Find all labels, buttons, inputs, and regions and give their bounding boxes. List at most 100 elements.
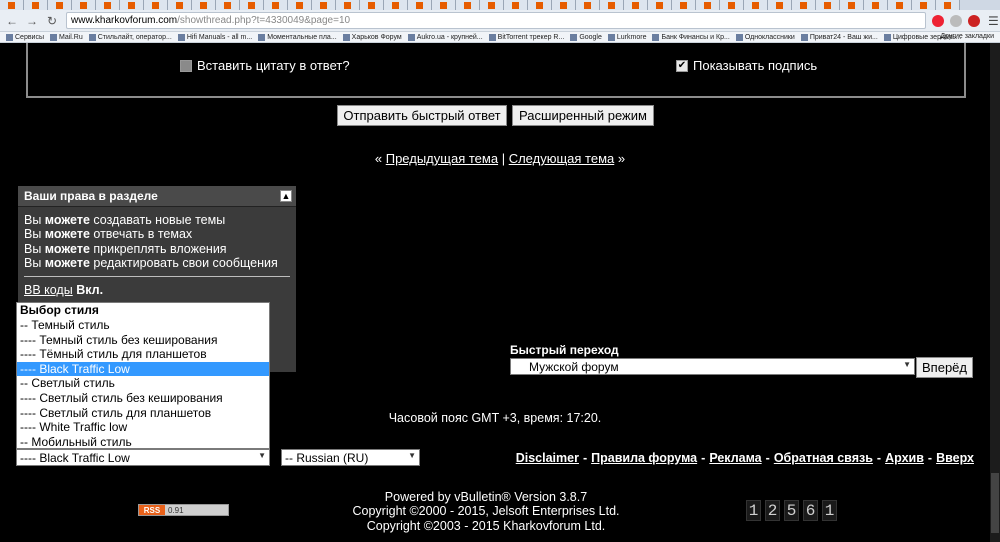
- bookmark-item[interactable]: Hifi Manuals - all m...: [177, 33, 252, 41]
- bookmark-item[interactable]: Одноклассники: [735, 33, 795, 41]
- style-option[interactable]: -- Темный стиль: [17, 318, 269, 333]
- bookmark-item[interactable]: Моментальные пла...: [258, 33, 337, 41]
- bookmark-icon: [800, 33, 808, 41]
- quick-nav-select[interactable]: Мужской форум ▼: [510, 358, 915, 375]
- browser-tab[interactable]: [168, 0, 192, 10]
- browser-tab[interactable]: [432, 0, 456, 10]
- browser-tab[interactable]: [936, 0, 960, 10]
- prev-thread-link[interactable]: Предыдущая тема: [386, 151, 498, 166]
- footer-link-ads[interactable]: Реклама: [709, 451, 761, 465]
- language-select[interactable]: -- Russian (RU) ▼: [281, 449, 420, 466]
- favicon-icon: [632, 1, 639, 9]
- browser-tab[interactable]: [504, 0, 528, 10]
- browser-tab[interactable]: [672, 0, 696, 10]
- browser-tab[interactable]: [48, 0, 72, 10]
- browser-tab[interactable]: [240, 0, 264, 10]
- browser-tab[interactable]: [648, 0, 672, 10]
- browser-tab[interactable]: [696, 0, 720, 10]
- browser-tab[interactable]: [288, 0, 312, 10]
- style-dropdown-list[interactable]: Выбор стиля -- Темный стиль ---- Темный …: [16, 302, 270, 449]
- browser-tab[interactable]: [912, 0, 936, 10]
- bookmark-item[interactable]: Aukro.ua - крупней...: [407, 33, 483, 41]
- forward-icon[interactable]: →: [24, 13, 40, 29]
- next-thread-link[interactable]: Следующая тема: [509, 151, 615, 166]
- footer-link-disclaimer[interactable]: Disclaimer: [516, 451, 579, 465]
- footer-link-top[interactable]: Вверх: [936, 451, 974, 465]
- browser-tab[interactable]: [192, 0, 216, 10]
- browser-tab[interactable]: [336, 0, 360, 10]
- browser-tab[interactable]: [360, 0, 384, 10]
- browser-tab[interactable]: [408, 0, 432, 10]
- favicon-icon: [824, 1, 831, 9]
- bookmark-icon: [88, 33, 96, 41]
- browser-tab[interactable]: [864, 0, 888, 10]
- bookmark-item[interactable]: Mail.Ru: [50, 33, 83, 41]
- back-icon[interactable]: ←: [4, 13, 20, 29]
- style-option[interactable]: -- Светлый стиль: [17, 376, 269, 391]
- quote-label: Вставить цитату в ответ?: [197, 58, 350, 73]
- browser-tab[interactable]: [528, 0, 552, 10]
- scrollbar-thumb[interactable]: [991, 473, 999, 533]
- bookmark-item[interactable]: Приват24 - Ваш жи...: [800, 33, 878, 41]
- bookmark-item[interactable]: Google: [570, 33, 602, 41]
- browser-tab[interactable]: [768, 0, 792, 10]
- browser-tab[interactable]: [72, 0, 96, 10]
- browser-tab[interactable]: [480, 0, 504, 10]
- browser-tab[interactable]: [120, 0, 144, 10]
- browser-tab[interactable]: [624, 0, 648, 10]
- extension-icon[interactable]: [950, 14, 962, 27]
- page-scrollbar[interactable]: [990, 43, 1000, 542]
- signature-checkbox[interactable]: ✔: [676, 59, 688, 72]
- address-bar[interactable]: www.kharkovforum.com/showthread.php?t=43…: [66, 12, 926, 29]
- bbcode-line: BB коды Вкл.: [24, 283, 290, 297]
- other-bookmarks[interactable]: Другие закладки: [940, 33, 994, 40]
- advanced-mode-button[interactable]: Расширенный режим: [512, 105, 654, 126]
- bookmark-item[interactable]: Харьков Форум: [342, 33, 402, 41]
- style-option-selected[interactable]: ---- Black Traffic Low: [17, 361, 269, 377]
- style-select[interactable]: ---- Black Traffic Low ▼: [16, 449, 270, 466]
- quick-reply-button[interactable]: Отправить быстрый ответ: [337, 105, 507, 126]
- bookmark-item[interactable]: Сервисы: [6, 33, 44, 41]
- footer-link-rules[interactable]: Правила форума: [591, 451, 697, 465]
- rss-badge[interactable]: RSS 0.91: [138, 504, 229, 516]
- browser-tab[interactable]: [888, 0, 912, 10]
- bbcode-link[interactable]: BB коды: [24, 283, 73, 297]
- browser-tab[interactable]: [24, 0, 48, 10]
- browser-tab[interactable]: [312, 0, 336, 10]
- browser-tab[interactable]: [264, 0, 288, 10]
- style-option[interactable]: -- Мобильный стиль: [17, 435, 269, 450]
- style-option[interactable]: ---- Тёмный стиль для планшетов: [17, 347, 269, 362]
- quote-checkbox-row[interactable]: Вставить цитату в ответ?: [180, 58, 350, 73]
- reload-icon[interactable]: ↻: [44, 13, 60, 29]
- signature-checkbox-row[interactable]: ✔ Показывать подпись: [676, 58, 817, 73]
- browser-tab[interactable]: [216, 0, 240, 10]
- browser-tab[interactable]: [144, 0, 168, 10]
- browser-tab[interactable]: [384, 0, 408, 10]
- browser-tab[interactable]: [792, 0, 816, 10]
- bookmark-item[interactable]: Банк Финансы и Кр...: [652, 33, 730, 41]
- browser-tab[interactable]: [840, 0, 864, 10]
- footer-link-archive[interactable]: Архив: [885, 451, 924, 465]
- footer-link-feedback[interactable]: Обратная связь: [774, 451, 873, 465]
- browser-tab[interactable]: [720, 0, 744, 10]
- bookmark-item[interactable]: Lurkmore: [607, 33, 646, 41]
- browser-tab[interactable]: [744, 0, 768, 10]
- bookmark-item[interactable]: BitTorrent трекер R...: [488, 33, 564, 41]
- browser-tab[interactable]: [816, 0, 840, 10]
- style-option[interactable]: ---- Темный стиль без кеширования: [17, 333, 269, 348]
- browser-tab[interactable]: [96, 0, 120, 10]
- browser-tab[interactable]: [600, 0, 624, 10]
- collapse-icon[interactable]: ▲: [280, 190, 292, 202]
- browser-tab[interactable]: [552, 0, 576, 10]
- quote-checkbox[interactable]: [180, 59, 192, 72]
- go-button[interactable]: Вперёд: [916, 357, 973, 378]
- menu-icon[interactable]: ☰: [988, 14, 999, 28]
- bookmark-item[interactable]: Стильлайт, оператор...: [88, 33, 172, 41]
- style-option[interactable]: ---- Светлый стиль без кеширования: [17, 391, 269, 406]
- extension-icon[interactable]: [968, 14, 980, 27]
- extension-icon[interactable]: [932, 14, 944, 27]
- browser-tab[interactable]: [576, 0, 600, 10]
- browser-tab[interactable]: [456, 0, 480, 10]
- browser-tab[interactable]: [0, 0, 24, 10]
- counter-digit: 1: [746, 500, 761, 521]
